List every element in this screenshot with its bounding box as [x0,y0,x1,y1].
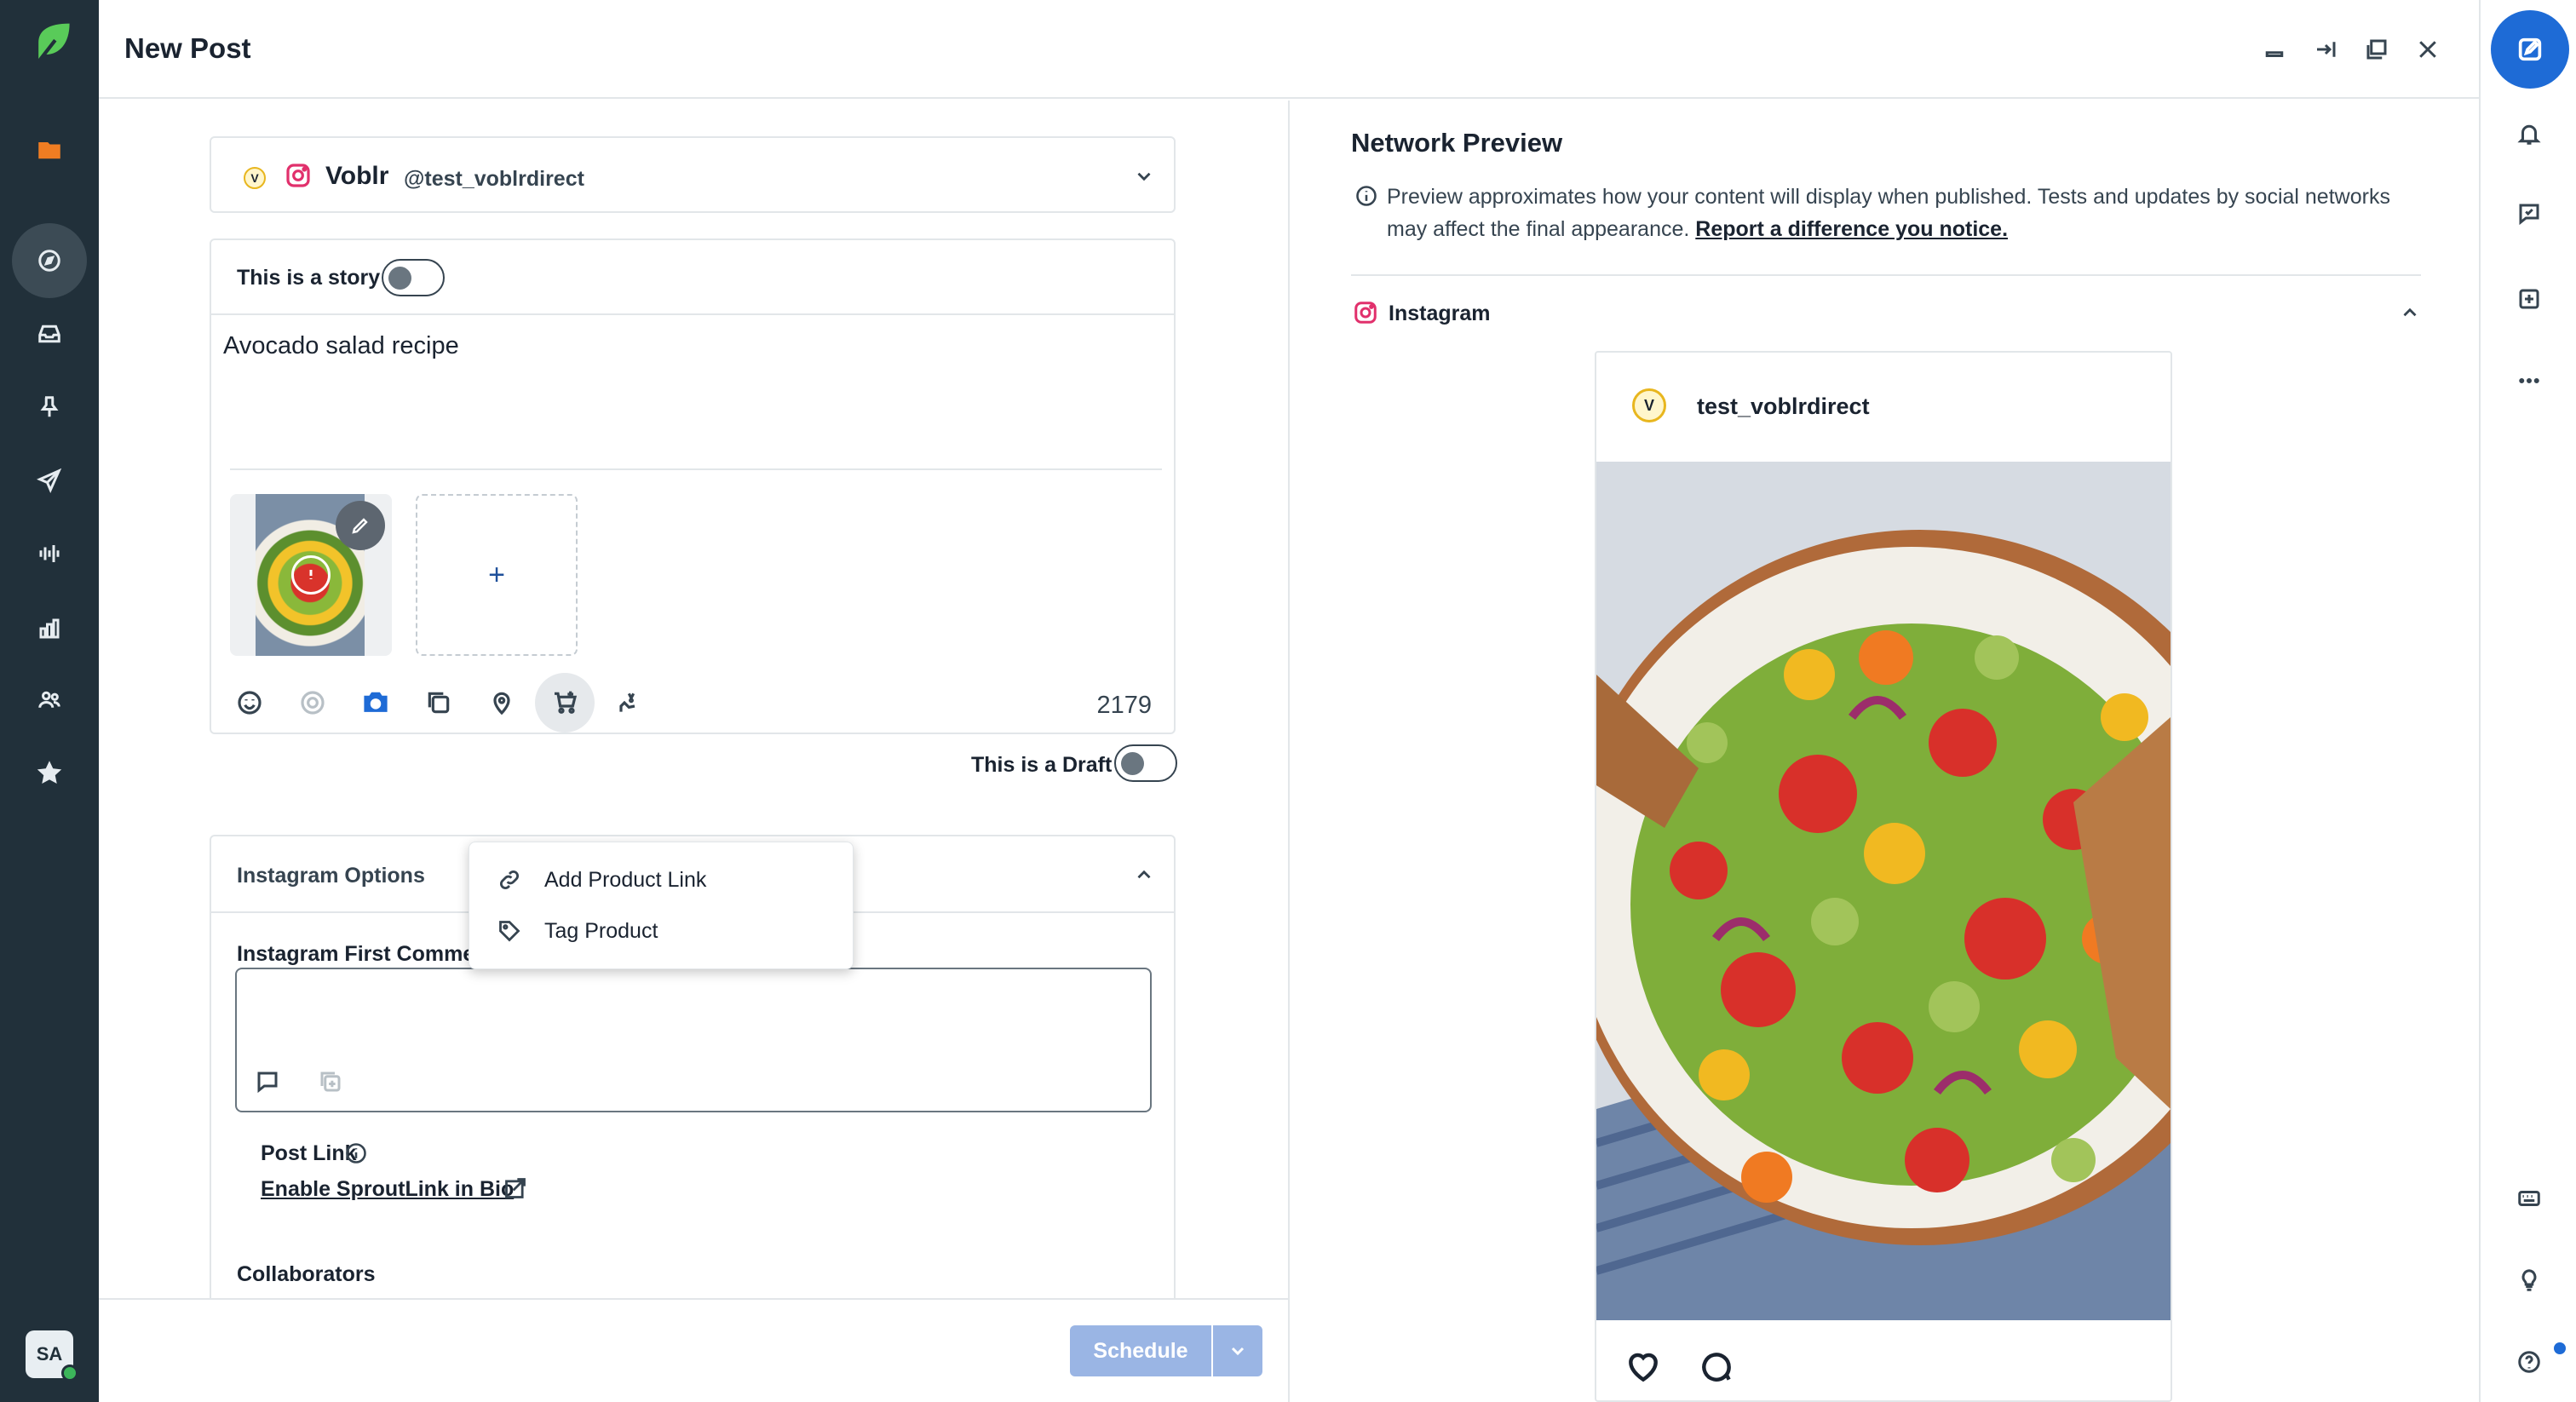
sprout-logo-icon[interactable] [19,9,87,77]
instagram-icon [1351,298,1380,327]
comment-icon[interactable] [250,1065,285,1099]
story-row: This is a story [211,240,1174,315]
account-name: Voblr [325,162,389,190]
collapse-right-icon[interactable] [2309,32,2343,66]
instagram-options-title: Instagram Options [237,864,425,888]
preview-username: test_voblrdirect [1697,394,1870,419]
tag-icon [495,916,524,945]
people-icon[interactable] [15,666,83,734]
menu-item-label: Tag Product [544,918,658,943]
star-review-icon[interactable] [15,739,83,807]
collaborators-label: Collaborators [237,1262,376,1286]
instagram-post-preview: V test_voblrdirect [1595,351,2172,1402]
help-notification-dot [2554,1342,2566,1354]
menu-item-label: Add Product Link [544,867,707,892]
pin-icon[interactable] [15,373,83,441]
comment-bubble-icon [1695,1346,1738,1388]
profile-selector[interactable]: V Voblr @test_voblrdirect [210,136,1176,213]
link-icon [495,865,524,894]
instagram-icon [283,160,313,191]
schedule-button[interactable]: Schedule [1070,1325,1211,1376]
add-media-button[interactable]: + [416,494,578,656]
report-difference-link[interactable]: Report a difference you notice. [1695,217,2008,241]
draft-toggle[interactable] [1114,744,1177,782]
camera-icon[interactable] [346,673,405,733]
help-icon[interactable] [2510,1342,2549,1382]
first-comment-input[interactable] [235,968,1152,1112]
media-library-icon[interactable] [409,673,469,733]
lightbulb-icon[interactable] [2510,1261,2549,1300]
schedule-options-button[interactable] [1213,1325,1262,1376]
minimize-icon[interactable] [2257,32,2291,66]
preview-title: Network Preview [1351,128,1563,158]
like-heart-icon [1622,1346,1665,1388]
ai-assist-icon[interactable] [283,673,342,733]
inbox-icon[interactable] [15,300,83,368]
external-link-icon[interactable] [501,1174,530,1203]
alert-icon [291,555,331,595]
bell-icon[interactable] [2510,114,2549,153]
close-icon[interactable] [2411,32,2445,66]
compose-header: New Post [99,0,2479,99]
more-options-icon[interactable] [2510,361,2549,400]
emoji-icon[interactable] [220,673,279,733]
compass-icon[interactable] [12,223,87,298]
folder-icon[interactable] [15,116,83,184]
edit-media-icon[interactable] [336,501,385,550]
tag-user-icon[interactable] [598,673,658,733]
info-icon [1351,181,1382,211]
shopping-cart-icon[interactable] [535,673,595,733]
divider [230,468,1162,470]
composer-panel: V Voblr @test_voblrdirect This is a stor… [99,101,1288,1312]
chevron-up-icon[interactable] [2397,300,2423,325]
listening-icon[interactable] [15,520,83,588]
menu-item-add-product-link[interactable]: Add Product Link [469,854,853,905]
compose-footer: Schedule [99,1298,1288,1402]
add-task-icon[interactable] [2510,279,2549,319]
voblr-logo-icon: V [244,167,266,189]
menu-item-tag-product[interactable]: Tag Product [469,905,853,957]
divider [1351,274,2421,276]
feedback-icon[interactable] [2510,194,2549,233]
media-thumbnail[interactable] [230,494,392,656]
first-comment-label: Instagram First Comment [237,942,495,966]
preview-avatar: V [1632,388,1666,422]
chevron-down-icon [1231,1347,1245,1356]
product-menu: Add Product Link Tag Product [469,842,854,969]
add-media-comment-icon[interactable] [313,1065,348,1099]
info-icon[interactable] [342,1140,370,1167]
salad-photo [1596,462,2171,1320]
chevron-up-icon[interactable] [1131,862,1157,888]
post-editor: This is a story Avocado salad recipe + 2… [210,238,1176,734]
online-status-indicator [61,1365,78,1382]
draft-label: This is a Draft [971,753,1113,777]
send-icon[interactable] [15,446,83,514]
preview-disclaimer: Preview approximates how your content wi… [1387,181,2409,245]
story-toggle[interactable] [382,259,445,296]
preview-network-label: Instagram [1389,302,1491,325]
salad-image [1596,462,2171,1320]
location-pin-icon[interactable] [472,673,532,733]
keyboard-icon[interactable] [2510,1179,2549,1218]
network-preview-panel: Network Preview Preview approximates how… [1288,101,2479,1402]
compose-icon[interactable] [2491,10,2569,89]
chevron-down-icon[interactable] [1131,164,1157,189]
expand-window-icon[interactable] [2360,32,2394,66]
character-count: 2179 [1096,692,1152,719]
story-label: This is a story [237,266,381,290]
reports-icon[interactable] [15,595,83,663]
left-nav: SA [0,0,99,1402]
right-rail [2479,0,2576,1402]
post-text-input[interactable]: Avocado salad recipe [223,332,459,360]
enable-sproutlink-link[interactable]: Enable SproutLink in Bio [261,1177,514,1202]
page-title: New Post [124,32,251,64]
account-handle: @test_voblrdirect [404,167,584,191]
